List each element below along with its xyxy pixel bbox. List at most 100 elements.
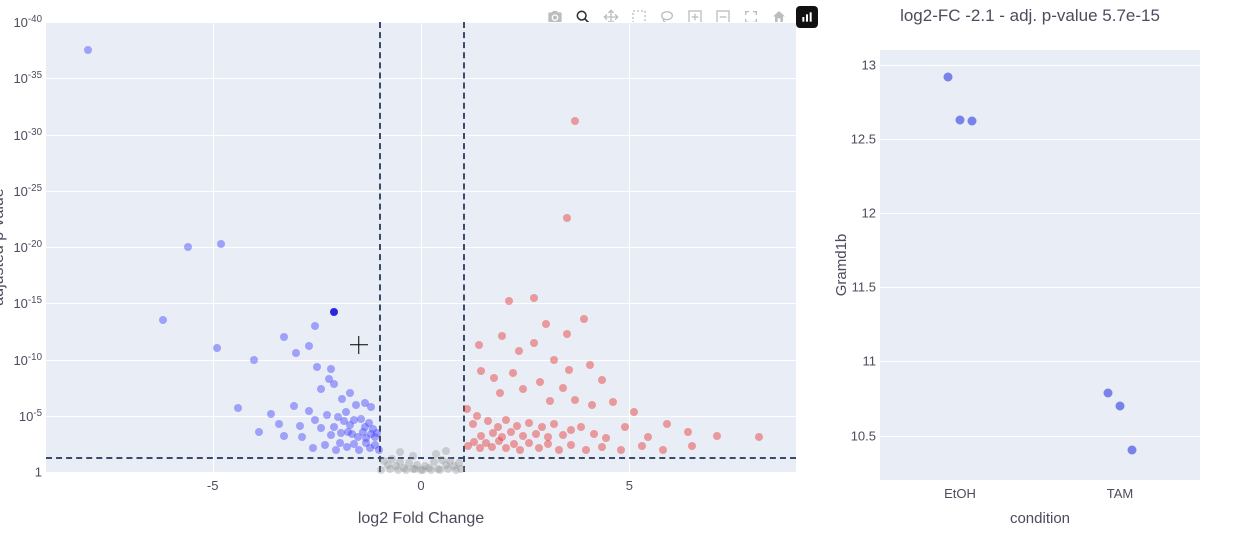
volcano-point[interactable] — [502, 416, 510, 424]
volcano-plot-area[interactable] — [46, 22, 796, 472]
volcano-point[interactable] — [571, 117, 579, 125]
stripplot-area[interactable] — [880, 50, 1200, 480]
volcano-point[interactable] — [546, 397, 554, 405]
volcano-point[interactable] — [313, 363, 321, 371]
volcano-point[interactable] — [419, 466, 427, 474]
volcano-point[interactable] — [402, 466, 410, 474]
volcano-point[interactable] — [536, 378, 544, 386]
stripplot-point[interactable] — [1128, 446, 1137, 455]
volcano-point[interactable] — [582, 446, 590, 454]
volcano-point[interactable] — [296, 422, 304, 430]
volcano-point[interactable] — [588, 401, 596, 409]
volcano-point[interactable] — [513, 422, 521, 430]
volcano-point[interactable] — [217, 240, 225, 248]
volcano-point[interactable] — [535, 444, 543, 452]
volcano-point[interactable] — [321, 441, 329, 449]
volcano-point[interactable] — [298, 433, 306, 441]
volcano-point[interactable] — [463, 405, 471, 413]
volcano-point[interactable] — [213, 344, 221, 352]
volcano-point[interactable] — [357, 415, 365, 423]
volcano-point[interactable] — [394, 466, 402, 474]
volcano-point[interactable] — [567, 441, 575, 449]
volcano-point[interactable] — [305, 407, 313, 415]
volcano-point[interactable] — [323, 411, 331, 419]
volcano-point[interactable] — [469, 420, 477, 428]
volcano-point[interactable] — [644, 433, 652, 441]
volcano-point[interactable] — [496, 389, 504, 397]
volcano-point[interactable] — [442, 447, 450, 455]
volcano-point[interactable] — [621, 423, 629, 431]
volcano-point[interactable] — [427, 466, 435, 474]
volcano-point[interactable] — [550, 356, 558, 364]
volcano-point[interactable] — [388, 455, 396, 463]
volcano-point[interactable] — [327, 365, 335, 373]
volcano-point[interactable] — [184, 243, 192, 251]
volcano-point[interactable] — [346, 389, 354, 397]
volcano-point[interactable] — [532, 430, 540, 438]
volcano-point[interactable] — [267, 410, 275, 418]
volcano-point[interactable] — [338, 395, 346, 403]
volcano-point[interactable] — [488, 443, 496, 451]
volcano-point[interactable] — [84, 46, 92, 54]
volcano-highlighted-point[interactable] — [330, 308, 338, 316]
volcano-point[interactable] — [530, 294, 538, 302]
volcano-point[interactable] — [630, 408, 638, 416]
volcano-point[interactable] — [602, 434, 610, 442]
volcano-point[interactable] — [327, 431, 335, 439]
volcano-point[interactable] — [713, 432, 721, 440]
volcano-point[interactable] — [457, 465, 465, 473]
volcano-point[interactable] — [638, 442, 646, 450]
plotly-logo[interactable] — [796, 6, 818, 28]
volcano-point[interactable] — [495, 437, 503, 445]
volcano-point[interactable] — [586, 361, 594, 369]
volcano-point[interactable] — [505, 297, 513, 305]
volcano-point[interactable] — [292, 349, 300, 357]
volcano-point[interactable] — [411, 465, 419, 473]
volcano-point[interactable] — [598, 443, 606, 451]
volcano-point[interactable] — [330, 423, 338, 431]
volcano-point[interactable] — [659, 446, 667, 454]
volcano-point[interactable] — [375, 446, 383, 454]
volcano-point[interactable] — [498, 332, 506, 340]
volcano-point[interactable] — [544, 440, 552, 448]
volcano-point[interactable] — [577, 423, 585, 431]
volcano-point[interactable] — [525, 439, 533, 447]
volcano-point[interactable] — [373, 429, 381, 437]
volcano-point[interactable] — [525, 419, 533, 427]
volcano-point[interactable] — [234, 404, 242, 412]
volcano-point[interactable] — [559, 384, 567, 392]
volcano-point[interactable] — [280, 432, 288, 440]
volcano-point[interactable] — [663, 420, 671, 428]
volcano-point[interactable] — [542, 320, 550, 328]
volcano-point[interactable] — [409, 452, 417, 460]
volcano-point[interactable] — [342, 408, 350, 416]
volcano-point[interactable] — [550, 420, 558, 428]
volcano-point[interactable] — [396, 448, 404, 456]
volcano-point[interactable] — [563, 214, 571, 222]
stripplot-point[interactable] — [944, 72, 953, 81]
volcano-point[interactable] — [490, 374, 498, 382]
volcano-point[interactable] — [309, 444, 317, 452]
volcano-point[interactable] — [473, 412, 481, 420]
volcano-point[interactable] — [290, 402, 298, 410]
volcano-point[interactable] — [515, 347, 523, 355]
stripplot-point[interactable] — [1104, 388, 1113, 397]
volcano-point[interactable] — [565, 366, 573, 374]
volcano-point[interactable] — [538, 423, 546, 431]
volcano-point[interactable] — [684, 428, 692, 436]
volcano-point[interactable] — [159, 316, 167, 324]
volcano-point[interactable] — [250, 356, 258, 364]
volcano-point[interactable] — [275, 420, 283, 428]
volcano-point[interactable] — [330, 380, 338, 388]
volcano-point[interactable] — [317, 424, 325, 432]
volcano-point[interactable] — [755, 433, 763, 441]
volcano-point[interactable] — [555, 446, 563, 454]
volcano-point[interactable] — [377, 466, 385, 474]
volcano-point[interactable] — [580, 315, 588, 323]
volcano-point[interactable] — [477, 367, 485, 375]
volcano-point[interactable] — [509, 369, 517, 377]
volcano-point[interactable] — [305, 342, 313, 350]
volcano-point[interactable] — [530, 339, 538, 347]
volcano-point[interactable] — [494, 423, 502, 431]
volcano-point[interactable] — [519, 385, 527, 393]
